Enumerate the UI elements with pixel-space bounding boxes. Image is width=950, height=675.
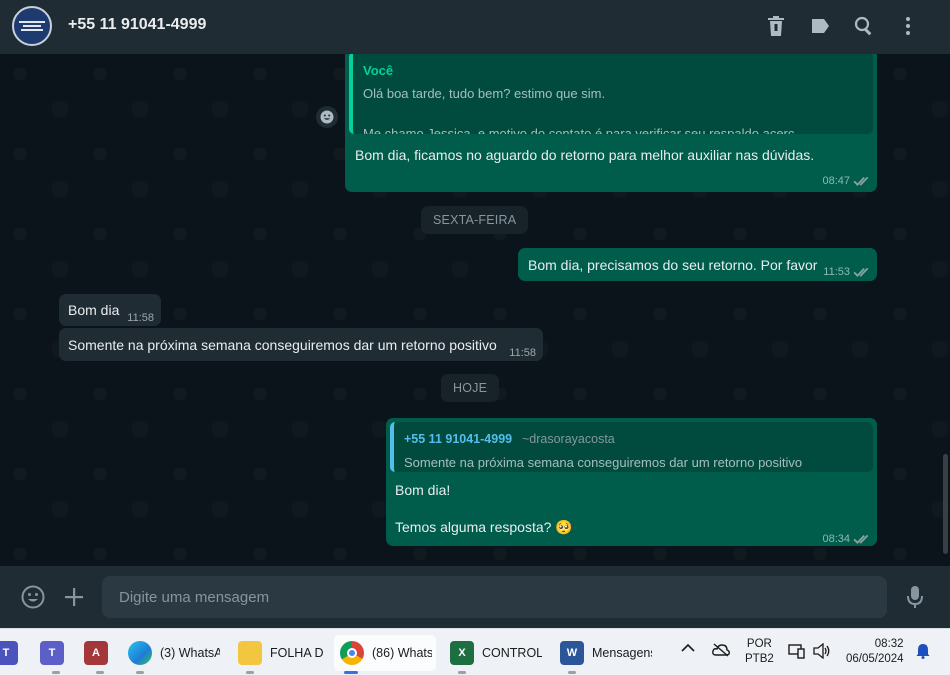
label-icon[interactable]: [798, 12, 842, 40]
chat-header: +55 11 91041-4999: [0, 0, 950, 54]
edge-icon: [128, 641, 152, 665]
message-text-line: Bom dia!: [395, 482, 451, 498]
message-timestamp: 11:53: [823, 263, 869, 282]
quote-text-line: Olá boa tarde, tudo bem? estimo que sim.: [363, 86, 606, 101]
message-timestamp: 08:47: [822, 172, 869, 191]
emoji-icon[interactable]: [19, 583, 47, 611]
double-check-icon: [853, 176, 869, 187]
taskbar-access[interactable]: A: [84, 635, 116, 671]
double-check-icon: [853, 534, 869, 545]
cloud-offline-icon[interactable]: [712, 643, 730, 662]
quoted-message[interactable]: Você Olá boa tarde, tudo bem? estimo que…: [349, 54, 873, 134]
contact-avatar[interactable]: [12, 6, 52, 46]
taskbar-excel[interactable]: X CONTROLE: [450, 635, 542, 671]
search-icon[interactable]: [842, 12, 886, 40]
microphone-icon[interactable]: [901, 583, 929, 611]
taskbar-teams-classic[interactable]: T: [0, 635, 26, 671]
quoted-message[interactable]: +55 11 91041-4999 ~drasorayacosta Soment…: [390, 422, 873, 472]
taskbar-file-explorer[interactable]: FOLHA D: [238, 635, 330, 671]
teams-icon: T: [0, 641, 18, 665]
double-check-icon: [853, 267, 869, 278]
network-icon[interactable]: [788, 643, 806, 664]
emoji-reaction-icon[interactable]: [316, 106, 338, 128]
quote-author: +55 11 91041-4999: [404, 432, 513, 446]
message-timestamp: 11:58: [509, 347, 536, 359]
quote-text-line: Somente na próxima semana conseguiremos …: [404, 455, 803, 470]
message-timestamp: 11:58: [127, 312, 154, 324]
date-divider: HOJE: [441, 374, 500, 402]
quote-author: Você: [363, 63, 394, 78]
excel-icon: X: [450, 641, 474, 665]
message-text: Bom dia, ficamos no aguardo do retorno p…: [355, 147, 815, 163]
outgoing-message-bubble[interactable]: Bom dia, precisamos do seu retorno. Por …: [518, 248, 877, 281]
input-language-indicator[interactable]: POR PTB2: [745, 637, 774, 667]
incoming-message-bubble[interactable]: Somente na próxima semana conseguiremos …: [59, 328, 543, 361]
windows-taskbar: T T A (3) WhatsA FOLHA D (86) Whats X CO…: [0, 628, 950, 675]
message-text: Bom dia, precisamos do seu retorno. Por …: [528, 257, 818, 273]
trash-icon[interactable]: [754, 12, 798, 40]
date-divider: SEXTA-FEIRA: [421, 206, 529, 234]
quote-author-alias: ~drasorayacosta: [521, 432, 615, 446]
chat-scrollbar[interactable]: [943, 454, 948, 554]
attach-plus-icon[interactable]: [60, 583, 88, 611]
access-icon: A: [84, 641, 108, 665]
word-icon: W: [560, 641, 584, 665]
taskbar-chrome-whatsapp[interactable]: (86) Whats: [334, 635, 436, 671]
chrome-icon: [340, 641, 364, 665]
kebab-menu-icon[interactable]: [886, 12, 930, 40]
message-text: Somente na próxima semana conseguiremos …: [68, 337, 497, 353]
notification-bell-icon[interactable]: [916, 643, 930, 664]
message-timestamp: 08:34: [822, 530, 869, 549]
quote-text-line: Me chamo Jessica, e motivo do contato é …: [363, 126, 806, 134]
taskbar-word[interactable]: W Mensagens: [560, 635, 652, 671]
chat-area[interactable]: Você Olá boa tarde, tudo bem? estimo que…: [0, 54, 950, 566]
show-hidden-icons-chevron-icon[interactable]: [681, 643, 695, 658]
folder-icon: [238, 641, 262, 665]
taskbar-teams-new[interactable]: T: [40, 635, 72, 671]
message-text: Bom dia: [68, 302, 120, 318]
header-actions: [754, 12, 930, 40]
taskbar-edge-whatsapp[interactable]: (3) WhatsA: [128, 635, 220, 671]
incoming-message-bubble[interactable]: Bom dia 11:58: [59, 294, 161, 326]
message-text-line: Temos alguma resposta? 🥺: [395, 519, 573, 535]
outgoing-message-bubble[interactable]: +55 11 91041-4999 ~drasorayacosta Soment…: [386, 418, 877, 546]
system-clock[interactable]: 08:32 06/05/2024: [846, 637, 904, 667]
contact-name[interactable]: +55 11 91041-4999: [68, 16, 206, 34]
message-composer: [0, 566, 950, 628]
avatar-logo-image: [19, 20, 45, 32]
volume-icon[interactable]: [813, 642, 831, 664]
outgoing-message-bubble[interactable]: Você Olá boa tarde, tudo bem? estimo que…: [345, 54, 877, 192]
message-input[interactable]: [102, 576, 887, 618]
teams-new-icon: T: [40, 641, 64, 665]
